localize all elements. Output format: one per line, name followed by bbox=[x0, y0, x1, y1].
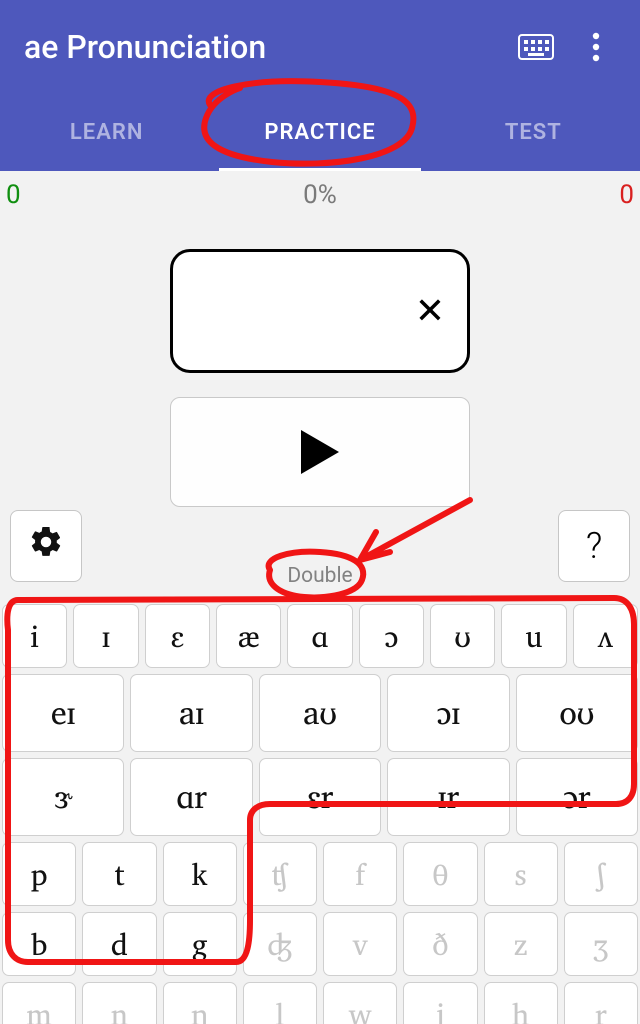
ipa-key-θ[interactable]: θ bbox=[403, 842, 477, 906]
double-mode-label[interactable]: Double bbox=[287, 564, 352, 588]
tab-test[interactable]: TEST bbox=[427, 93, 640, 171]
score-correct: 0 bbox=[6, 180, 66, 210]
ipa-key-g[interactable]: g bbox=[163, 912, 237, 976]
tab-learn[interactable]: LEARN bbox=[0, 93, 213, 171]
keyboard-switch-icon[interactable] bbox=[512, 23, 560, 71]
play-icon bbox=[301, 430, 339, 474]
ipa-key-ʌ[interactable]: ʌ bbox=[573, 604, 638, 668]
ipa-key-k[interactable]: k bbox=[163, 842, 237, 906]
ipa-key-ʧ[interactable]: ʧ bbox=[243, 842, 317, 906]
ipa-key-l[interactable]: l bbox=[243, 982, 317, 1024]
ipa-key-aʊ[interactable]: aʊ bbox=[259, 674, 381, 752]
help-button[interactable]: ? bbox=[558, 510, 630, 582]
ipa-key-ʤ[interactable]: ʤ bbox=[243, 912, 317, 976]
ipa-keyboard: iɪɛæɑɔʊuʌ eɪaɪaʊɔɪoʊ ɝɑrɛrɪrɔr ptkʧfθsʃ … bbox=[0, 604, 640, 1024]
answer-input-card[interactable]: ✕ bbox=[170, 249, 470, 373]
ipa-key-f[interactable]: f bbox=[323, 842, 397, 906]
ipa-key-ɔr[interactable]: ɔr bbox=[516, 758, 638, 836]
ipa-key-v[interactable]: v bbox=[323, 912, 397, 976]
ipa-key-p[interactable]: p bbox=[2, 842, 76, 906]
ipa-key-z[interactable]: z bbox=[484, 912, 558, 976]
ipa-key-ɪr[interactable]: ɪr bbox=[387, 758, 509, 836]
ipa-key-n[interactable]: n bbox=[82, 982, 156, 1024]
ipa-key-ɑr[interactable]: ɑr bbox=[130, 758, 252, 836]
ipa-key-d[interactable]: d bbox=[82, 912, 156, 976]
ipa-key-m[interactable]: m bbox=[2, 982, 76, 1024]
ipa-key-s[interactable]: s bbox=[484, 842, 558, 906]
ipa-key-ð[interactable]: ð bbox=[403, 912, 477, 976]
tab-bar: LEARN PRACTICE TEST bbox=[0, 93, 640, 171]
ipa-key-oʊ[interactable]: oʊ bbox=[516, 674, 638, 752]
ipa-key-ʒ[interactable]: ʒ bbox=[564, 912, 638, 976]
ipa-key-r[interactable]: r bbox=[564, 982, 638, 1024]
ipa-key-w[interactable]: w bbox=[323, 982, 397, 1024]
ipa-key-h[interactable]: h bbox=[484, 982, 558, 1024]
app-title: ae Pronunciation bbox=[24, 28, 500, 66]
clear-answer-icon[interactable]: ✕ bbox=[415, 293, 445, 329]
ipa-key-ɛ[interactable]: ɛ bbox=[145, 604, 210, 668]
ipa-key-ɑ[interactable]: ɑ bbox=[287, 604, 352, 668]
ipa-key-eɪ[interactable]: eɪ bbox=[2, 674, 124, 752]
ipa-key-ʃ[interactable]: ʃ bbox=[564, 842, 638, 906]
ipa-key-ɛr[interactable]: ɛr bbox=[259, 758, 381, 836]
ipa-key-ʊ[interactable]: ʊ bbox=[430, 604, 495, 668]
app-bar: ae Pronunciation LEARN bbox=[0, 0, 640, 171]
ipa-key-aɪ[interactable]: aɪ bbox=[130, 674, 252, 752]
ipa-key-æ[interactable]: æ bbox=[216, 604, 281, 668]
settings-button[interactable] bbox=[10, 510, 82, 582]
tab-practice[interactable]: PRACTICE bbox=[213, 93, 426, 171]
ipa-key-ɔɪ[interactable]: ɔɪ bbox=[387, 674, 509, 752]
ipa-key-ɔ[interactable]: ɔ bbox=[359, 604, 424, 668]
score-row: 0 0% 0 bbox=[0, 171, 640, 219]
overflow-menu-icon[interactable] bbox=[572, 23, 620, 71]
ipa-key-ɝ[interactable]: ɝ bbox=[2, 758, 124, 836]
ipa-key-i[interactable]: i bbox=[2, 604, 67, 668]
score-incorrect: 0 bbox=[574, 180, 634, 210]
play-button[interactable] bbox=[170, 397, 470, 507]
gear-icon bbox=[28, 524, 64, 569]
ipa-key-b[interactable]: b bbox=[2, 912, 76, 976]
ipa-key-ɪ[interactable]: ɪ bbox=[73, 604, 138, 668]
ipa-key-u[interactable]: u bbox=[501, 604, 566, 668]
ipa-key-t[interactable]: t bbox=[82, 842, 156, 906]
score-percent: 0% bbox=[66, 180, 574, 210]
ipa-key-j[interactable]: j bbox=[403, 982, 477, 1024]
ipa-key-ŋ[interactable]: ŋ bbox=[163, 982, 237, 1024]
